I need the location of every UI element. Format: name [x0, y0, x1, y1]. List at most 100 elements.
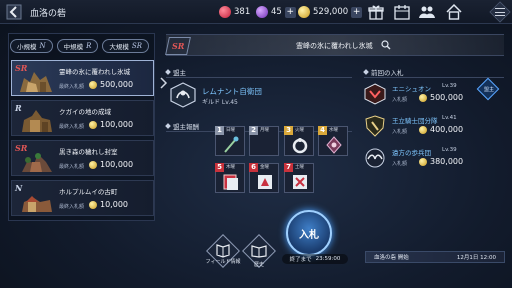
reward-slot-3[interactable]: 3 火曜 — [284, 126, 314, 156]
gold-coin-icon — [89, 161, 97, 169]
calendar-icon[interactable] — [393, 3, 411, 21]
gold-coin-icon — [419, 158, 427, 166]
status-time: 12月1日 12:00 — [456, 255, 496, 261]
status-label: 血洛の砦 開始 — [374, 255, 409, 261]
filter-medium[interactable]: 中規模 R — [56, 39, 99, 53]
staff-icon — [224, 136, 239, 153]
shield-crest-icon — [365, 115, 385, 137]
home-icon[interactable] — [445, 3, 463, 21]
slot-day: 金曜 — [260, 165, 269, 170]
detail-title: 霊峰の氷に覆われし氷城 — [296, 42, 373, 50]
ring-icon — [292, 138, 308, 154]
filter-small-rank: N — [39, 42, 46, 50]
old-town-thumbnail — [22, 196, 52, 212]
filter-small[interactable]: 小規模 N — [10, 39, 53, 53]
gem-counter: 381 — [219, 5, 250, 19]
guild-icon[interactable] — [418, 3, 436, 21]
gold-coin-icon — [89, 121, 97, 129]
bid-label: 入札額 — [392, 129, 408, 135]
amulet-icon — [326, 136, 342, 154]
rank-badge: SR — [165, 37, 191, 55]
status-bar: 血洛の砦 開始 12月1日 12:00 — [365, 251, 505, 263]
previous-bids-title: 前回の入札 — [364, 67, 404, 77]
detail-rank: SR — [171, 41, 185, 51]
slot-number: 7 — [284, 163, 293, 172]
filter-medium-rank: R — [86, 42, 92, 50]
previous-bid-entry[interactable]: 王立騎士団分隊 Lv.41 入札額 400,000 — [364, 113, 504, 139]
search-icon[interactable] — [381, 40, 391, 50]
item-name: 霊峰の氷に覆われし氷城 — [59, 68, 131, 76]
slot-number: 6 — [249, 163, 258, 172]
bid-label: 最終入札額 — [59, 164, 85, 170]
gem-count: 381 — [234, 7, 251, 17]
filter-large[interactable]: 大規模 SR — [102, 39, 149, 53]
coin-counter: 529,000 + — [298, 5, 363, 19]
gold-coin-icon — [89, 201, 97, 209]
divider — [364, 77, 504, 78]
previous-bid-entry[interactable]: 遠方の歩兵団 Lv.39 入札額 380,000 — [364, 145, 504, 171]
bid-guild-name: エニシュオン — [392, 85, 431, 93]
bid-value: 500,000 — [430, 93, 464, 102]
time-remaining: 終了まで 23:59:00 — [282, 254, 348, 264]
item-name: ホルプルムイの古町 — [59, 188, 118, 196]
page-title: 血洛の砦 — [30, 9, 67, 19]
slot-number: 1 — [215, 126, 224, 135]
reward-section-label: 盟主報酬 — [173, 123, 199, 131]
divider — [166, 77, 352, 78]
bid-value: 380,000 — [430, 157, 464, 166]
add-orb-button[interactable]: + — [284, 6, 296, 18]
gold-coin-icon — [419, 94, 427, 102]
list-item[interactable]: SR 霊峰の氷に覆われし氷城 最終入札額 500,000 — [11, 60, 154, 96]
bid-guild-level: Lv.41 — [442, 115, 457, 121]
size-filters: 小規模 N 中規模 R 大規模 SR — [10, 39, 149, 53]
chevron-right-icon — [160, 77, 168, 89]
time-remaining-value: 23:59:00 — [315, 256, 341, 262]
fortress-list: SR 霊峰の氷に覆われし氷城 最終入札額 500,000 R クガイの地の成域 … — [11, 60, 154, 220]
open-book-icon — [251, 245, 267, 258]
filter-large-label: 大規模 — [109, 43, 129, 51]
reward-slot-7[interactable]: 7 土曜 — [284, 163, 314, 193]
bid-value: 100,000 — [100, 160, 134, 169]
bid-label: 入札額 — [392, 97, 408, 103]
owner-guild-level: ギルド Lv.45 — [202, 99, 238, 106]
bid-button-label: 入札 — [299, 230, 319, 241]
previous-bid-entry[interactable]: エニシュオン Lv.39 入札額 500,000 盟主 — [364, 77, 504, 107]
slot-day: 水曜 — [329, 128, 338, 133]
list-item[interactable]: SR 黒き森の穢れし封室 最終入札額 100,000 — [11, 140, 154, 176]
reward-section-title: 盟主報酬 — [166, 121, 199, 131]
back-arrow-icon[interactable] — [6, 4, 22, 20]
item-name: クガイの地の成域 — [59, 108, 111, 116]
slot-number: 5 — [215, 163, 224, 172]
item-name: 黒き森の穢れし封室 — [59, 148, 118, 156]
bid-guild-level: Lv.39 — [442, 147, 457, 153]
card-icon — [293, 175, 307, 189]
reward-slot-4[interactable]: 4 水曜 — [318, 126, 348, 156]
bid-guild-name: 遠方の歩兵団 — [392, 149, 431, 157]
owner-guild-name[interactable]: レムナント自衛団 — [202, 86, 262, 97]
gift-icon[interactable] — [367, 3, 385, 21]
guild-crest-icon — [364, 83, 386, 105]
stronghold-thumbnail — [22, 110, 52, 132]
ice-castle-thumbnail — [20, 72, 52, 92]
filter-large-rank: SR — [131, 42, 142, 50]
slot-day: 日曜 — [226, 128, 235, 133]
bid-value: 500,000 — [100, 80, 134, 89]
previous-bids-label: 前回の入札 — [371, 69, 404, 77]
card-icon — [258, 175, 272, 189]
reward-slot-1[interactable]: 1 日曜 — [215, 126, 245, 156]
reward-slot-6[interactable]: 6 金曜 — [249, 163, 279, 193]
list-item[interactable]: N ホルプルムイの古町 最終入札額 10,000 — [11, 180, 154, 216]
add-coin-button[interactable]: + — [351, 6, 363, 18]
slot-number: 3 — [284, 126, 293, 135]
slot-day: 月曜 — [260, 128, 269, 133]
reward-slot-5[interactable]: 5 木曜 — [215, 163, 245, 193]
slot-day: 火曜 — [295, 128, 304, 133]
bid-label: 最終入札額 — [59, 124, 85, 130]
red-gem-icon — [219, 6, 231, 18]
list-item[interactable]: R クガイの地の成域 最終入札額 100,000 — [11, 100, 154, 136]
history-label: 歴史 — [253, 262, 264, 268]
time-remaining-label: 終了まで — [289, 257, 312, 263]
reward-slot-2[interactable]: 2 月曜 — [249, 126, 279, 156]
bid-label: 入札額 — [392, 161, 408, 167]
menu-icon[interactable] — [495, 8, 505, 16]
